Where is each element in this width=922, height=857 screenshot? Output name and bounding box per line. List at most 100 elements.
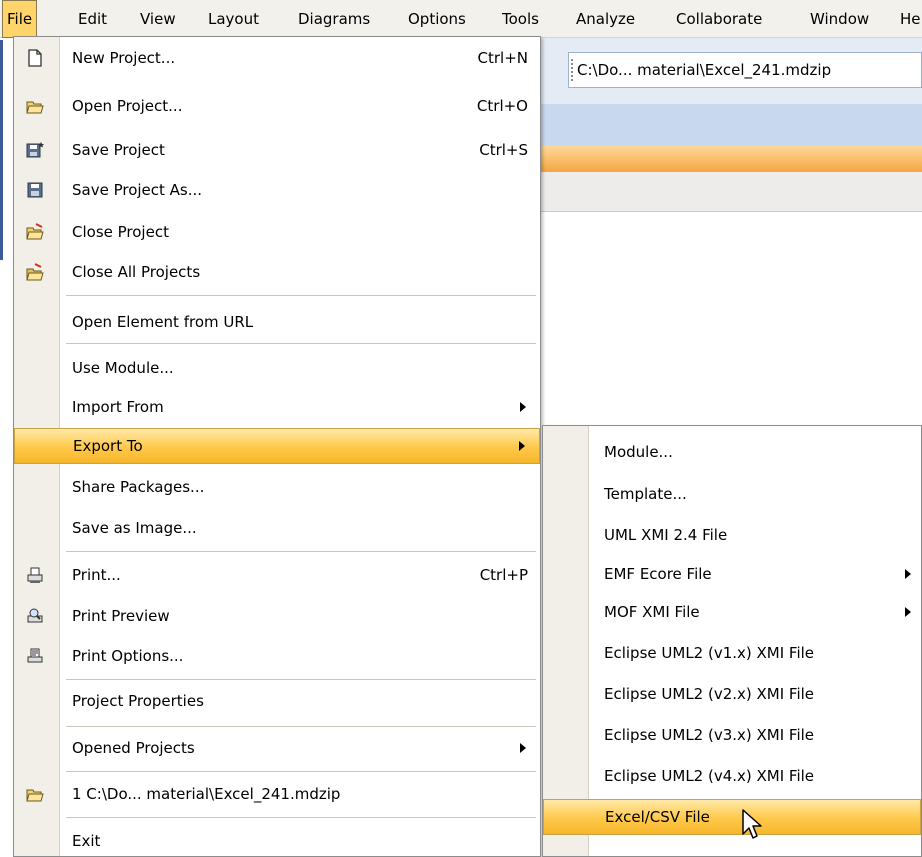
menu-item-new-project[interactable]: New Project... Ctrl+N: [14, 39, 540, 77]
menu-help[interactable]: He: [896, 0, 922, 38]
submenu-item-template[interactable]: Template...: [543, 475, 921, 513]
menu-item-label: Exit: [72, 832, 101, 850]
menu-layout[interactable]: Layout: [204, 0, 263, 38]
menu-item-label: Excel/CSV File: [605, 808, 710, 826]
shortcut-label: Ctrl+P: [479, 566, 528, 584]
submenu-item-uml-xmi[interactable]: UML XMI 2.4 File: [543, 516, 921, 554]
export-submenu: Module... Template... UML XMI 2.4 File E…: [542, 425, 922, 857]
submenu-arrow-icon: [520, 743, 526, 753]
menu-item-label: MOF XMI File: [604, 603, 700, 621]
submenu-item-mof-xmi[interactable]: MOF XMI File: [543, 593, 921, 631]
menu-bar: File Edit View Layout Diagrams Options T…: [0, 0, 922, 38]
recent-project-icon: [26, 789, 44, 802]
save-star-icon: [26, 142, 44, 158]
menu-view[interactable]: View: [136, 0, 180, 38]
submenu-item-excel-csv[interactable]: Excel/CSV File: [543, 799, 921, 835]
shortcut-label: Ctrl+S: [479, 141, 528, 159]
project-path-text: C:\Do... material\Excel_241.mdzip: [577, 61, 832, 79]
menu-item-exit[interactable]: Exit: [14, 822, 540, 857]
window-edge: [0, 40, 3, 260]
save-icon: [27, 182, 43, 198]
menu-item-label: Close Project: [72, 223, 169, 241]
menu-item-label: Save Project As...: [72, 181, 203, 199]
menu-item-label: Project Properties: [72, 692, 204, 710]
menu-item-open-element-from-url[interactable]: Open Element from URL: [14, 303, 540, 341]
print-preview-icon: [27, 608, 43, 623]
menu-item-label: Module...: [604, 443, 673, 461]
menu-item-share-packages[interactable]: Share Packages...: [14, 468, 540, 506]
menu-item-label: Save Project: [72, 141, 165, 159]
menu-item-label: Open Project...: [72, 97, 183, 115]
menu-collaborate[interactable]: Collaborate: [672, 0, 766, 38]
tab-strip: [540, 172, 922, 212]
menu-item-label: Eclipse UML2 (v2.x) XMI File: [604, 685, 815, 703]
submenu-arrow-icon: [905, 569, 911, 579]
shortcut-label: Ctrl+O: [476, 97, 528, 115]
menu-tools[interactable]: Tools: [498, 0, 543, 38]
menu-item-export-to[interactable]: Export To: [14, 428, 540, 464]
menu-item-label: Share Packages...: [72, 478, 205, 496]
submenu-arrow-icon: [520, 402, 526, 412]
menu-separator: [66, 817, 536, 818]
menu-item-label: EMF Ecore File: [604, 565, 712, 583]
menu-item-close-project[interactable]: Close Project: [14, 213, 540, 251]
menu-separator: [66, 551, 536, 552]
menu-item-label: Close All Projects: [72, 263, 201, 281]
menu-item-label: Open Element from URL: [72, 313, 254, 331]
menu-item-label: Print Preview: [72, 607, 170, 625]
menu-item-print-preview[interactable]: Print Preview: [14, 597, 540, 635]
menu-item-label: New Project...: [72, 49, 176, 67]
menu-file[interactable]: File: [2, 0, 38, 38]
menu-item-save-project[interactable]: Save Project Ctrl+S: [14, 131, 540, 169]
menu-item-open-project[interactable]: Open Project... Ctrl+O: [14, 87, 540, 125]
menu-item-recent-project[interactable]: 1 C:\Do... material\Excel_241.mdzip: [14, 775, 540, 813]
menu-item-label: Save as Image...: [72, 519, 197, 537]
menu-item-label: Template...: [604, 485, 687, 503]
menu-separator: [66, 295, 536, 296]
menu-item-save-project-as[interactable]: Save Project As...: [14, 171, 540, 209]
menu-window[interactable]: Window: [806, 0, 873, 38]
menu-separator: [66, 726, 536, 727]
menu-item-label: Eclipse UML2 (v3.x) XMI File: [604, 726, 815, 744]
menu-item-label: 1 C:\Do... material\Excel_241.mdzip: [72, 785, 341, 803]
menu-item-project-properties[interactable]: Project Properties: [14, 682, 540, 720]
menu-item-print[interactable]: Print... Ctrl+P: [14, 556, 540, 594]
menu-item-label: Print Options...: [72, 647, 184, 665]
new-project-icon: [28, 49, 42, 67]
menu-item-label: Eclipse UML2 (v1.x) XMI File: [604, 644, 815, 662]
menu-item-import-from[interactable]: Import From: [14, 388, 540, 426]
shortcut-label: Ctrl+N: [477, 49, 528, 67]
submenu-item-eclipse-uml2-v3[interactable]: Eclipse UML2 (v3.x) XMI File: [543, 716, 921, 754]
project-path-combo[interactable]: C:\Do... material\Excel_241.mdzip: [568, 52, 922, 88]
menu-item-label: Opened Projects: [72, 739, 195, 757]
menu-item-label: Print...: [72, 566, 121, 584]
menu-item-label: Use Module...: [72, 359, 174, 377]
file-menu: New Project... Ctrl+N Open Project... Ct…: [13, 36, 541, 857]
menu-item-opened-projects[interactable]: Opened Projects: [14, 729, 540, 767]
close-folder-icon: [26, 223, 44, 240]
menu-item-close-all-projects[interactable]: Close All Projects: [14, 253, 540, 291]
submenu-item-module[interactable]: Module...: [543, 433, 921, 471]
menu-item-use-module[interactable]: Use Module...: [14, 349, 540, 387]
menu-item-save-as-image[interactable]: Save as Image...: [14, 509, 540, 547]
menu-item-label: Export To: [73, 437, 143, 455]
menu-separator: [66, 343, 536, 344]
print-options-icon: [27, 648, 43, 663]
submenu-item-eclipse-uml2-v4[interactable]: Eclipse UML2 (v4.x) XMI File: [543, 757, 921, 795]
printer-icon: [27, 567, 43, 583]
submenu-item-eclipse-uml2-v2[interactable]: Eclipse UML2 (v2.x) XMI File: [543, 675, 921, 713]
submenu-item-emf-ecore[interactable]: EMF Ecore File: [543, 555, 921, 593]
menu-analyze[interactable]: Analyze: [572, 0, 639, 38]
menu-item-print-options[interactable]: Print Options...: [14, 637, 540, 675]
menu-diagrams[interactable]: Diagrams: [294, 0, 374, 38]
menu-item-label: Eclipse UML2 (v4.x) XMI File: [604, 767, 815, 785]
submenu-item-eclipse-uml2-v1[interactable]: Eclipse UML2 (v1.x) XMI File: [543, 634, 921, 672]
menu-edit[interactable]: Edit: [74, 0, 111, 38]
open-folder-icon: [26, 101, 44, 114]
menu-item-label: UML XMI 2.4 File: [604, 526, 728, 544]
toolbar-grip: [571, 59, 573, 81]
title-band: [540, 146, 922, 172]
mouse-pointer-icon: [742, 809, 762, 839]
menu-options[interactable]: Options: [404, 0, 470, 38]
submenu-arrow-icon: [519, 441, 525, 451]
